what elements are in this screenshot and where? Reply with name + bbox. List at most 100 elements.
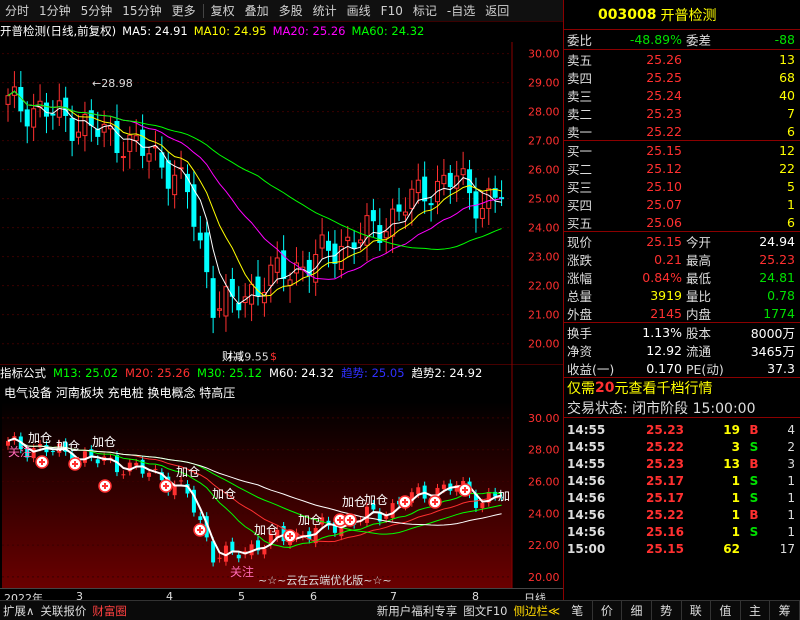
stat-value: 24.81 [759, 269, 795, 285]
tick-time: 14:56 [567, 524, 606, 539]
candle-body [140, 129, 146, 156]
bid-row[interactable]: 买三 25.10 5 [564, 177, 800, 195]
candle-body [24, 109, 30, 127]
status-right-item-2[interactable]: 侧边栏≪ [510, 601, 563, 620]
bid-row[interactable]: 买五 25.06 6 [564, 213, 800, 231]
tick-price: 25.23 [646, 456, 684, 471]
toolbar-item-7[interactable]: 多股 [274, 0, 308, 22]
ask-row[interactable]: 卖三 25.24 40 [564, 86, 800, 104]
promo-prefix: 仅需 [567, 381, 595, 397]
indicator-bar [179, 480, 184, 482]
side-tab-4[interactable]: 联 [682, 601, 712, 620]
tick-price: 25.23 [646, 422, 684, 437]
candle-body [428, 203, 434, 206]
toolbar-item-1[interactable]: 1分钟 [34, 0, 76, 22]
stats-block-2: 换手 1.13% 股本 8000万 净资 12.92 流通 3465万 收益(一) 0.170 PE… [564, 323, 800, 378]
toolbar-item-9[interactable]: 画线 [342, 0, 376, 22]
side-tab-6[interactable]: 主 [741, 601, 771, 620]
ask-row[interactable]: 卖四 25.25 68 [564, 68, 800, 86]
stat2-value: 1.13% [642, 324, 682, 340]
side-tab-7[interactable]: 筹 [770, 601, 800, 620]
side-tab-1[interactable]: 价 [593, 601, 623, 620]
candle-body [345, 236, 351, 242]
side-tab-5[interactable]: 值 [711, 601, 741, 620]
ask-row[interactable]: 卖五 25.26 13 [564, 50, 800, 68]
status-item-0[interactable]: 扩展∧ [0, 601, 37, 620]
main-legend: 开普检测(日线,前复权) MA5: 24.91 MA10: 24.95 MA20: … [0, 22, 563, 40]
bid-row[interactable]: 买一 25.15 12 [564, 141, 800, 159]
indicator-title[interactable]: 指标公式 [0, 365, 46, 381]
ask-label: 卖一 [567, 124, 593, 140]
indicator-bar [147, 472, 152, 477]
bid-row[interactable]: 买二 25.12 22 [564, 159, 800, 177]
bid-volume: 22 [779, 160, 795, 176]
status-right-item-0[interactable]: 新用户福利专享 [374, 601, 461, 620]
signal-label: 加 [498, 489, 510, 503]
tick-time: 14:55 [567, 439, 606, 454]
candle-body [415, 179, 421, 194]
tick-price: 25.22 [646, 507, 684, 522]
bid-label: 买五 [567, 215, 593, 231]
tick-row: 14:56 25.17 1 S 1 [564, 472, 800, 489]
ask-price: 25.23 [646, 105, 682, 121]
ask-price: 25.24 [646, 87, 682, 103]
tick-list[interactable]: 14:55 25.23 19 B 4 14:55 25.22 3 S 2 14:55 25.23 13 B… [564, 418, 800, 557]
toolbar-item-4[interactable]: 更多 [167, 0, 201, 22]
candle-body [351, 242, 357, 249]
indicator-bar [441, 484, 446, 490]
status-item-1[interactable]: 关联报价 [37, 601, 89, 620]
side-tab-0[interactable]: 笔 [563, 601, 593, 620]
stat2-label: 收益(一) [567, 361, 615, 377]
bid-row[interactable]: 买四 25.07 1 [564, 195, 800, 213]
indicator-bar [134, 462, 139, 466]
stat-value: 1774 [763, 305, 795, 321]
kline-chart[interactable]: 30.00 29.00 28.00 27.00 26.00 25.00 24.00 23.00… [0, 22, 563, 364]
stat-value: 0.84% [642, 269, 682, 285]
stat-label: 涨幅 [567, 270, 593, 286]
status-item-2[interactable]: 财富圈 [89, 601, 130, 620]
tick-row: 14:56 25.17 1 S 1 [564, 489, 800, 506]
tick-row: 14:55 25.23 13 B 3 [564, 455, 800, 472]
ask-row[interactable]: 卖二 25.23 7 [564, 104, 800, 122]
stat2-label: 股本 [686, 325, 712, 341]
toolbar-item-13[interactable]: 返回 [480, 0, 514, 22]
indicator-bar [50, 451, 55, 453]
toolbar-item-12[interactable]: -自选 [442, 0, 480, 22]
status-right-item-1[interactable]: 图文F10 [460, 601, 510, 620]
tick-time: 14:55 [567, 456, 606, 471]
side-tab-2[interactable]: 细 [622, 601, 652, 620]
toolbar-item-11[interactable]: 标记 [408, 0, 442, 22]
stat-value: 25.23 [759, 251, 795, 267]
candle-body [63, 97, 69, 116]
side-tab-3[interactable]: 势 [652, 601, 682, 620]
tick-count: 17 [779, 541, 795, 556]
bid-volume: 5 [787, 178, 795, 194]
toolbar-item-0[interactable]: 分时 [0, 0, 34, 22]
toolbar-item-5[interactable]: 复权 [206, 0, 240, 22]
promo[interactable]: 仅需 20 元查看千档行情 [564, 378, 800, 398]
chart-title: 开普检测(日线,前复权) [0, 24, 117, 38]
toolbar-item-6[interactable]: 叠加 [240, 0, 274, 22]
ask-volume: 68 [779, 69, 795, 85]
candle-body [217, 308, 223, 311]
stat2-value: 0.170 [646, 360, 682, 376]
stat-row: 外盘 2145 内盘 1774 [564, 304, 800, 322]
ask-price: 25.25 [646, 69, 682, 85]
toolbar-item-10[interactable]: F10 [376, 0, 408, 22]
toolbar-item-3[interactable]: 15分钟 [117, 0, 166, 22]
bid-price: 25.06 [646, 214, 682, 230]
ma-legend-3: MA60: 24.32 [351, 24, 425, 38]
tick-count: 1 [787, 473, 795, 488]
ma-line-3 [7, 90, 502, 250]
indicator-legend-4: 趋势: 25.05 [341, 366, 405, 380]
high-label: ←28.98 [92, 77, 133, 90]
candle-body [441, 174, 447, 185]
stat-label: 量比 [686, 288, 712, 304]
ask-row[interactable]: 卖一 25.22 6 [564, 122, 800, 140]
toolbar-item-2[interactable]: 5分钟 [76, 0, 118, 22]
price-tick-label: 28.00 [528, 106, 560, 119]
tick-direction: B [749, 456, 759, 471]
price-tick-label: 30.00 [528, 48, 560, 61]
toolbar-item-8[interactable]: 统计 [308, 0, 342, 22]
ask-volume: 7 [787, 105, 795, 121]
